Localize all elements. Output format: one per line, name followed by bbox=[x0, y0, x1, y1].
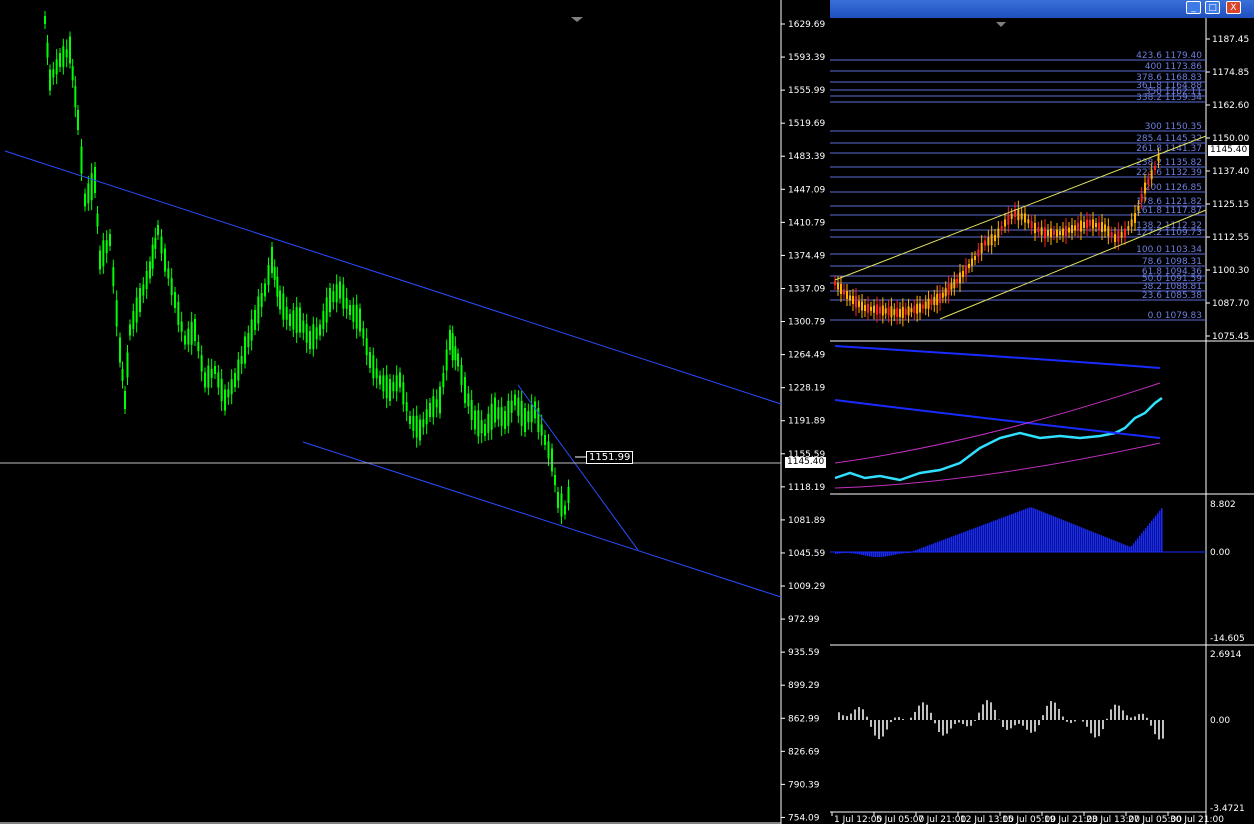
right-price-axis-label: 1174.85 bbox=[1212, 68, 1249, 78]
fib-level-label: 161.8 1117.87 bbox=[1136, 206, 1202, 216]
macd-axis-label: 8.802 bbox=[1210, 500, 1236, 510]
fib-level-label: 261.8 1141.37 bbox=[1136, 144, 1202, 154]
fib-level-label: 23.6 1085.38 bbox=[1142, 291, 1202, 301]
right-price-axis-label: 1112.55 bbox=[1212, 233, 1249, 243]
price-axis-label: 1629.69 bbox=[788, 20, 825, 30]
minimize-button[interactable]: _ bbox=[1186, 1, 1201, 14]
fib-level-label: 200 1126.85 bbox=[1145, 183, 1202, 193]
fib-level-label: 423.6 1179.40 bbox=[1136, 51, 1202, 61]
price-axis-label: 1410.79 bbox=[788, 218, 825, 228]
price-axis-label: 1191.89 bbox=[788, 417, 825, 427]
price-axis-label: 790.39 bbox=[788, 780, 820, 790]
price-axis-label: 862.99 bbox=[788, 714, 820, 724]
price-axis-label: 1118.19 bbox=[788, 483, 825, 493]
price-axis-label: 1374.49 bbox=[788, 251, 825, 261]
left-chart-window[interactable]: _ 1629.691593.391555.991519.691483.39144… bbox=[0, 0, 830, 824]
price-axis-label: 826.69 bbox=[788, 747, 820, 757]
fib-level-label: 0.0 1079.83 bbox=[1148, 311, 1202, 321]
price-axis-label: 1447.09 bbox=[788, 185, 825, 195]
price-axis-label: 1483.39 bbox=[788, 152, 825, 162]
fib-level-label: 127.2 1109.73 bbox=[1136, 228, 1202, 238]
right-current-price-tag: 1145.40 bbox=[1208, 145, 1250, 156]
right-chart-window[interactable]: _ □ X 423.6 1179.40 400 1173.86 378.6 1168… bbox=[830, 0, 1254, 824]
price-axis-label: 972.99 bbox=[788, 615, 820, 625]
right-chart-area[interactable]: 423.6 1179.40400 1173.86378.6 1168.83361… bbox=[830, 18, 1254, 824]
right-price-axis-label: 1187.45 bbox=[1212, 35, 1249, 45]
price-axis-label: 1009.29 bbox=[788, 582, 825, 592]
price-axis-label: 935.59 bbox=[788, 648, 820, 658]
right-price-axis-label: 1075.45 bbox=[1212, 332, 1249, 342]
right-price-axis-label: 1100.30 bbox=[1212, 266, 1249, 276]
fib-level-label: 100.0 1103.34 bbox=[1136, 245, 1202, 255]
right-price-axis-label: 1162.60 bbox=[1212, 101, 1249, 111]
right-price-axis-label: 1150.00 bbox=[1212, 134, 1249, 144]
hist-axis-label: 0.00 bbox=[1210, 716, 1230, 726]
price-axis-label: 1228.19 bbox=[788, 384, 825, 394]
price-axis-label: 1300.79 bbox=[788, 318, 825, 328]
maximize-button[interactable]: □ bbox=[1205, 1, 1220, 14]
macd-axis-label: -14.605 bbox=[1210, 634, 1245, 644]
price-axis-label: 1045.59 bbox=[788, 549, 825, 559]
current-price-tag: 1145.40 bbox=[785, 457, 827, 468]
price-axis-label: 1593.39 bbox=[788, 53, 825, 63]
fib-level-label: 223.6 1132.39 bbox=[1136, 168, 1202, 178]
time-axis-label: 30 Jul 21:00 bbox=[1170, 815, 1224, 824]
price-axis-label: 754.09 bbox=[788, 813, 820, 823]
price-label[interactable]: 1151.99 bbox=[586, 451, 634, 464]
price-axis-label: 1519.69 bbox=[788, 119, 825, 129]
macd-axis-label: 0.00 bbox=[1210, 548, 1230, 558]
fib-level-label: 285.4 1145.32 bbox=[1136, 134, 1202, 144]
price-axis-label: 1337.09 bbox=[788, 284, 825, 294]
right-price-axis-label: 1125.15 bbox=[1212, 200, 1249, 210]
fib-level-label: 300 1150.35 bbox=[1145, 122, 1202, 132]
left-price-chart[interactable]: 1629.69 1593.39 1555.99 1519.69 1483.39 1447.… bbox=[0, 0, 830, 824]
price-axis-label: 899.29 bbox=[788, 681, 820, 691]
price-axis-label: 1555.99 bbox=[788, 86, 825, 96]
fib-level-label: 338.2 1159.34 bbox=[1136, 93, 1202, 103]
hist-axis-label: 2.6914 bbox=[1210, 650, 1242, 660]
fib-level-label: 400 1173.86 bbox=[1145, 62, 1203, 72]
price-axis-label: 1081.89 bbox=[788, 516, 825, 526]
right-price-axis-label: 1087.70 bbox=[1212, 299, 1249, 309]
right-price-axis-label: 1137.40 bbox=[1212, 167, 1249, 177]
hist-axis-label: -3.4721 bbox=[1210, 804, 1245, 814]
close-button[interactable]: X bbox=[1226, 1, 1241, 14]
fib-level-label: 78.6 1098.31 bbox=[1142, 257, 1202, 267]
price-axis-label: 1264.49 bbox=[788, 351, 825, 361]
